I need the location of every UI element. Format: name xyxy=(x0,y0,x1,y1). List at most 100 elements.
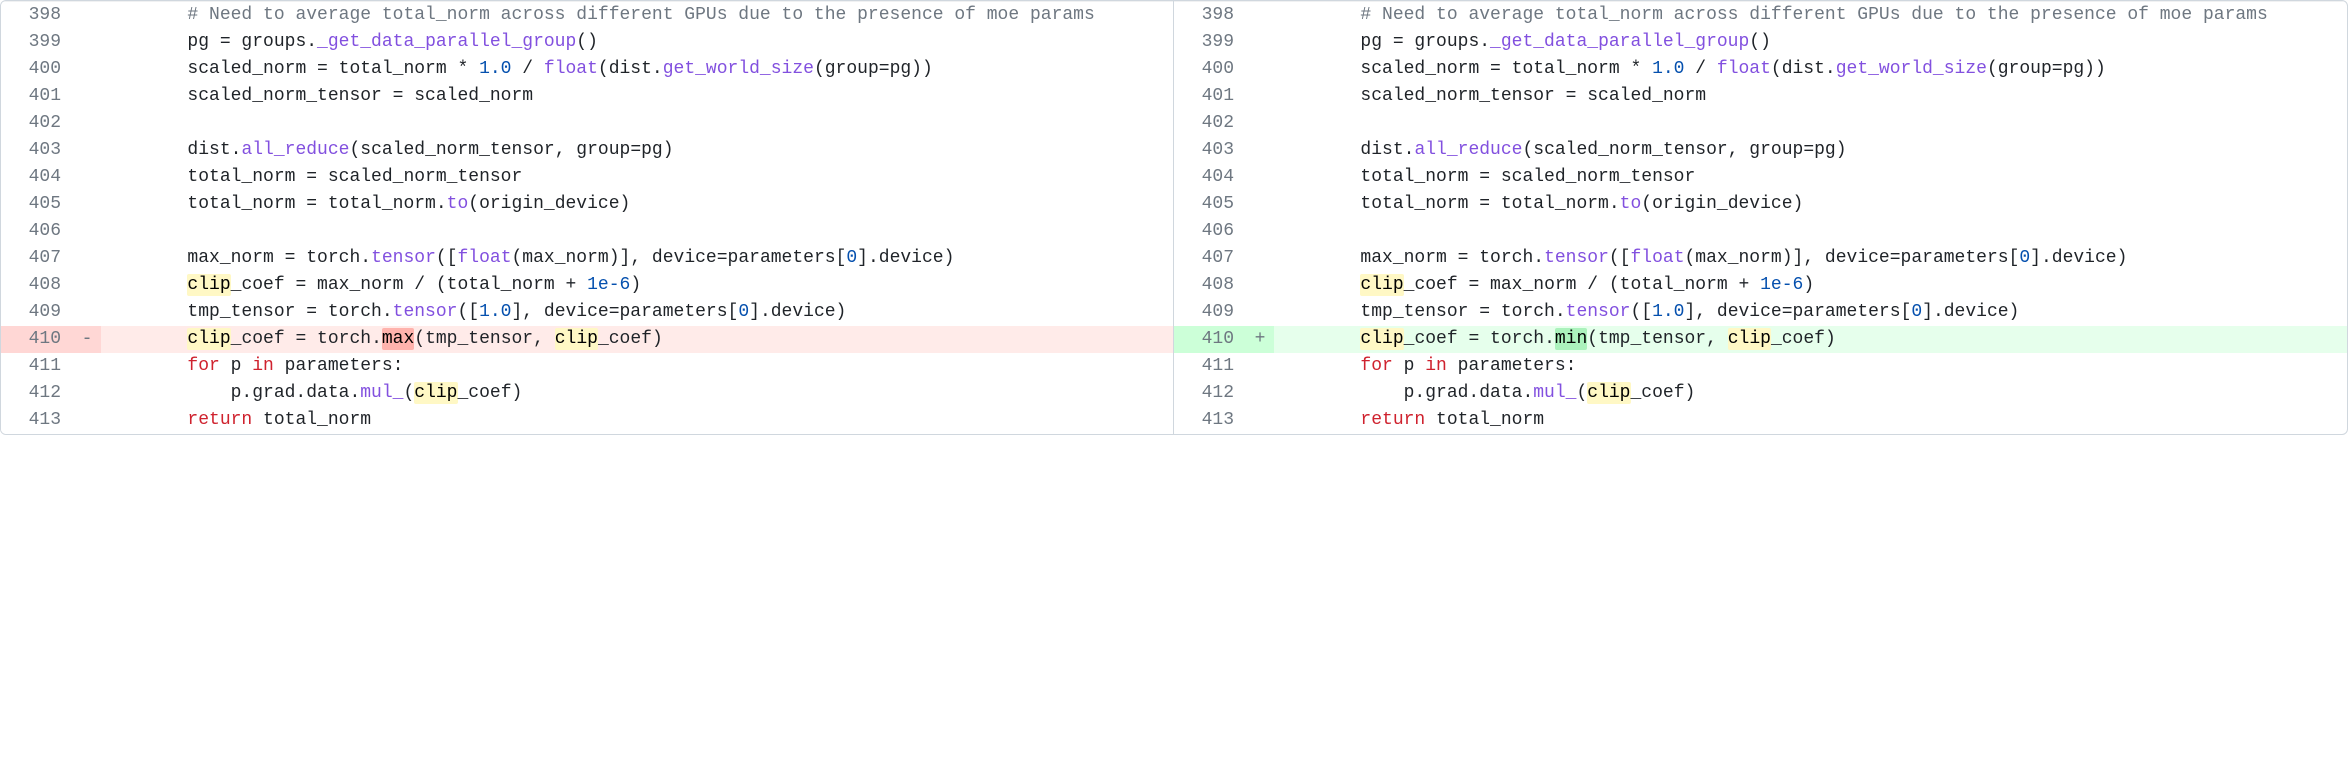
code-cell[interactable]: p.grad.data.mul_(clip_coef) xyxy=(101,380,1173,407)
diff-line[interactable]: 408 clip_coef = max_norm / (total_norm +… xyxy=(1,272,1173,299)
line-number[interactable]: 412 xyxy=(1,380,73,407)
diff-line[interactable]: 401 scaled_norm_tensor = scaled_norm xyxy=(1,83,1173,110)
diff-line[interactable]: 399 pg = groups._get_data_parallel_group… xyxy=(1,29,1173,56)
code-cell[interactable]: scaled_norm = total_norm * 1.0 / float(d… xyxy=(101,56,1173,83)
code-cell[interactable] xyxy=(101,218,1173,245)
code-cell[interactable] xyxy=(1274,218,2347,245)
code-cell[interactable]: max_norm = torch.tensor([float(max_norm)… xyxy=(1274,245,2347,272)
diff-line[interactable]: 399 pg = groups._get_data_parallel_group… xyxy=(1174,29,2347,56)
code-cell[interactable]: scaled_norm_tensor = scaled_norm xyxy=(101,83,1173,110)
line-number[interactable]: 408 xyxy=(1,272,73,299)
code-cell[interactable]: for p in parameters: xyxy=(101,353,1173,380)
diff-line[interactable]: 412 p.grad.data.mul_(clip_coef) xyxy=(1174,380,2347,407)
line-number[interactable]: 405 xyxy=(1174,191,1246,218)
diff-marker xyxy=(73,218,101,245)
diff-line[interactable]: 405 total_norm = total_norm.to(origin_de… xyxy=(1174,191,2347,218)
line-number[interactable]: 406 xyxy=(1,218,73,245)
diff-marker xyxy=(1246,191,1274,218)
line-number[interactable]: 409 xyxy=(1,299,73,326)
line-number[interactable]: 400 xyxy=(1174,56,1246,83)
line-number[interactable]: 407 xyxy=(1,245,73,272)
diff-line[interactable]: 407 max_norm = torch.tensor([float(max_n… xyxy=(1,245,1173,272)
diff-line[interactable]: 408 clip_coef = max_norm / (total_norm +… xyxy=(1174,272,2347,299)
diff-line[interactable]: 411 for p in parameters: xyxy=(1,353,1173,380)
line-number[interactable]: 413 xyxy=(1174,407,1246,434)
diff-line[interactable]: 413 return total_norm xyxy=(1174,407,2347,434)
code-cell[interactable]: # Need to average total_norm across diff… xyxy=(1274,2,2347,29)
line-number[interactable]: 413 xyxy=(1,407,73,434)
diff-line[interactable]: 403 dist.all_reduce(scaled_norm_tensor, … xyxy=(1174,137,2347,164)
line-number[interactable]: 399 xyxy=(1174,29,1246,56)
diff-line[interactable]: 409 tmp_tensor = torch.tensor([1.0], dev… xyxy=(1174,299,2347,326)
code-cell[interactable]: # Need to average total_norm across diff… xyxy=(101,2,1173,29)
diff-line[interactable]: 413 return total_norm xyxy=(1,407,1173,434)
code-cell[interactable]: dist.all_reduce(scaled_norm_tensor, grou… xyxy=(1274,137,2347,164)
diff-line[interactable]: 400 scaled_norm = total_norm * 1.0 / flo… xyxy=(1,56,1173,83)
code-cell[interactable]: dist.all_reduce(scaled_norm_tensor, grou… xyxy=(101,137,1173,164)
diff-line[interactable]: 402 xyxy=(1174,110,2347,137)
line-number[interactable]: 412 xyxy=(1174,380,1246,407)
line-number[interactable]: 404 xyxy=(1174,164,1246,191)
diff-line[interactable]: 398 # Need to average total_norm across … xyxy=(1174,1,2347,29)
code-cell[interactable]: pg = groups._get_data_parallel_group() xyxy=(101,29,1173,56)
code-cell[interactable]: max_norm = torch.tensor([float(max_norm)… xyxy=(101,245,1173,272)
diff-line[interactable]: 401 scaled_norm_tensor = scaled_norm xyxy=(1174,83,2347,110)
code-cell[interactable]: clip_coef = torch.max(tmp_tensor, clip_c… xyxy=(101,326,1173,353)
line-number[interactable]: 401 xyxy=(1174,83,1246,110)
code-cell[interactable]: for p in parameters: xyxy=(1274,353,2347,380)
code-cell[interactable]: scaled_norm = total_norm * 1.0 / float(d… xyxy=(1274,56,2347,83)
line-number[interactable]: 400 xyxy=(1,56,73,83)
line-number[interactable]: 410 xyxy=(1174,326,1246,353)
code-cell[interactable]: tmp_tensor = torch.tensor([1.0], device=… xyxy=(101,299,1173,326)
line-number[interactable]: 403 xyxy=(1174,137,1246,164)
code-cell[interactable]: pg = groups._get_data_parallel_group() xyxy=(1274,29,2347,56)
diff-marker xyxy=(1246,272,1274,299)
line-number[interactable]: 399 xyxy=(1,29,73,56)
line-number[interactable]: 398 xyxy=(1,2,73,29)
line-number[interactable]: 398 xyxy=(1174,2,1246,29)
diff-line[interactable]: 402 xyxy=(1,110,1173,137)
line-number[interactable]: 405 xyxy=(1,191,73,218)
line-number[interactable]: 411 xyxy=(1174,353,1246,380)
line-number[interactable]: 408 xyxy=(1174,272,1246,299)
line-number[interactable]: 401 xyxy=(1,83,73,110)
code-cell[interactable]: p.grad.data.mul_(clip_coef) xyxy=(1274,380,2347,407)
diff-line[interactable]: 407 max_norm = torch.tensor([float(max_n… xyxy=(1174,245,2347,272)
code-cell[interactable]: total_norm = total_norm.to(origin_device… xyxy=(101,191,1173,218)
code-cell[interactable]: tmp_tensor = torch.tensor([1.0], device=… xyxy=(1274,299,2347,326)
line-number[interactable]: 410 xyxy=(1,326,73,353)
diff-line[interactable]: 400 scaled_norm = total_norm * 1.0 / flo… xyxy=(1174,56,2347,83)
diff-line[interactable]: 405 total_norm = total_norm.to(origin_de… xyxy=(1,191,1173,218)
code-cell[interactable]: total_norm = scaled_norm_tensor xyxy=(1274,164,2347,191)
code-cell[interactable]: clip_coef = torch.min(tmp_tensor, clip_c… xyxy=(1274,326,2347,353)
line-number[interactable]: 402 xyxy=(1174,110,1246,137)
code-cell[interactable]: scaled_norm_tensor = scaled_norm xyxy=(1274,83,2347,110)
diff-line[interactable]: 411 for p in parameters: xyxy=(1174,353,2347,380)
line-number[interactable]: 402 xyxy=(1,110,73,137)
code-cell[interactable] xyxy=(101,110,1173,137)
diff-line[interactable]: 403 dist.all_reduce(scaled_norm_tensor, … xyxy=(1,137,1173,164)
code-cell[interactable]: total_norm = total_norm.to(origin_device… xyxy=(1274,191,2347,218)
code-cell[interactable]: return total_norm xyxy=(101,407,1173,434)
diff-line[interactable]: 406 xyxy=(1174,218,2347,245)
diff-line[interactable]: 410+ clip_coef = torch.min(tmp_tensor, c… xyxy=(1174,326,2347,353)
line-number[interactable]: 404 xyxy=(1,164,73,191)
line-number[interactable]: 409 xyxy=(1174,299,1246,326)
code-cell[interactable]: clip_coef = max_norm / (total_norm + 1e-… xyxy=(1274,272,2347,299)
line-number[interactable]: 403 xyxy=(1,137,73,164)
line-number[interactable]: 406 xyxy=(1174,218,1246,245)
diff-line[interactable]: 409 tmp_tensor = torch.tensor([1.0], dev… xyxy=(1,299,1173,326)
code-cell[interactable]: clip_coef = max_norm / (total_norm + 1e-… xyxy=(101,272,1173,299)
code-cell[interactable]: return total_norm xyxy=(1274,407,2347,434)
diff-line[interactable]: 404 total_norm = scaled_norm_tensor xyxy=(1174,164,2347,191)
diff-line[interactable]: 398 # Need to average total_norm across … xyxy=(1,1,1173,29)
code-cell[interactable] xyxy=(1274,110,2347,137)
diff-line[interactable]: 412 p.grad.data.mul_(clip_coef) xyxy=(1,380,1173,407)
diff-line[interactable]: 404 total_norm = scaled_norm_tensor xyxy=(1,164,1173,191)
diff-marker xyxy=(1246,137,1274,164)
diff-line[interactable]: 410- clip_coef = torch.max(tmp_tensor, c… xyxy=(1,326,1173,353)
diff-line[interactable]: 406 xyxy=(1,218,1173,245)
line-number[interactable]: 407 xyxy=(1174,245,1246,272)
code-cell[interactable]: total_norm = scaled_norm_tensor xyxy=(101,164,1173,191)
line-number[interactable]: 411 xyxy=(1,353,73,380)
